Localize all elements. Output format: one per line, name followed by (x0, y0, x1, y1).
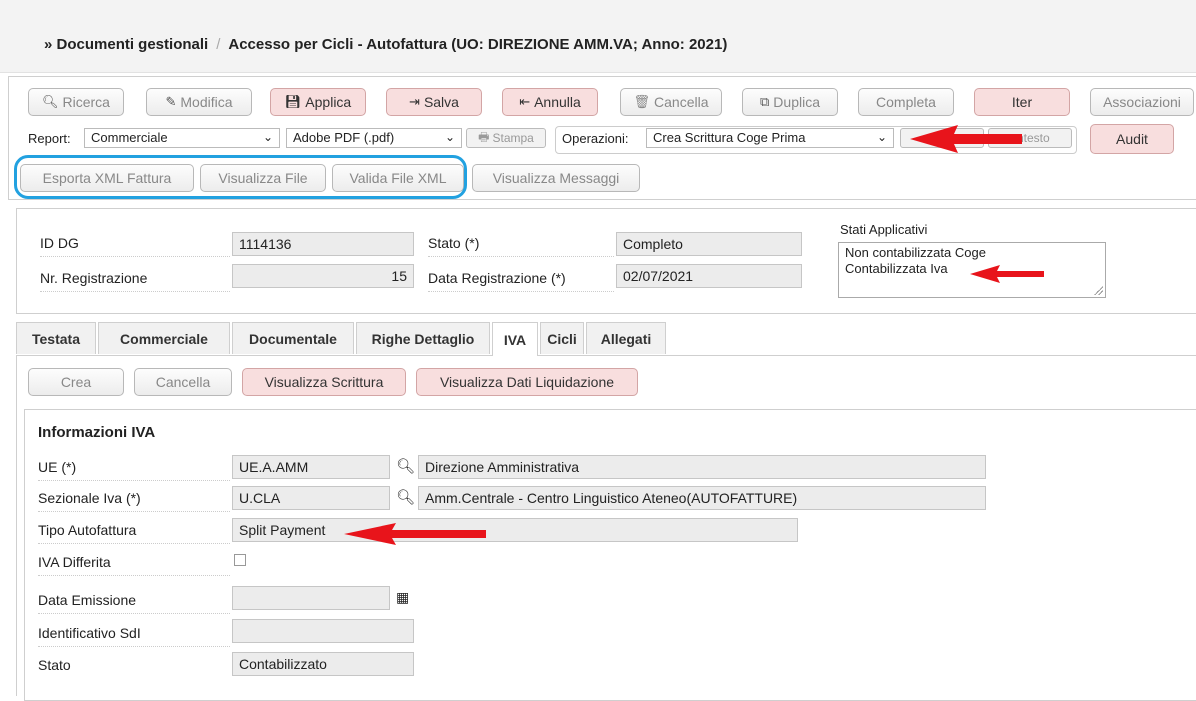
divider (38, 480, 230, 482)
salva-button[interactable]: ⇥ Salva (386, 88, 482, 116)
report-label: Report: (28, 131, 71, 146)
undo-icon: ⇤ (519, 94, 531, 109)
tab-documentale[interactable]: Documentale (232, 322, 354, 354)
tab-commerciale[interactable]: Commerciale (98, 322, 230, 354)
crea-button[interactable]: Crea (28, 368, 124, 396)
identificativo-sdi-label: Identificativo SdI (38, 625, 141, 641)
annotation-arrow (910, 125, 1022, 153)
stato-field: Completo (616, 232, 802, 256)
divider (40, 256, 230, 258)
divider (38, 575, 230, 577)
search-icon[interactable]: 🔍︎ (396, 457, 415, 475)
operazioni-select[interactable]: Crea Scrittura Coge Prima ⌄ (646, 128, 894, 148)
copy-icon: ⧉ (760, 94, 770, 109)
breadcrumb-separator: / (216, 36, 221, 53)
data-emissione-field[interactable] (232, 586, 390, 610)
sezionale-code-field[interactable]: U.CLA (232, 486, 390, 510)
calendar-icon[interactable]: ▦ (396, 589, 409, 606)
highlight-ring (14, 155, 467, 199)
applica-button[interactable]: 💾︎ Applica (270, 88, 366, 116)
audit-button[interactable]: Audit (1090, 124, 1174, 154)
modifica-button[interactable]: ✎ Modifica (146, 88, 252, 116)
pencil-icon: ✎ (165, 94, 177, 109)
annotation-arrow (970, 265, 1044, 283)
report-select[interactable]: Commerciale ⌄ (84, 128, 280, 148)
tab-testata[interactable]: Testata (16, 322, 96, 354)
divider (38, 646, 230, 648)
sezionale-iva-label: Sezionale Iva (*) (38, 490, 141, 506)
resize-handle-icon[interactable] (1093, 285, 1103, 295)
section-title: Informazioni IVA (38, 424, 156, 441)
annulla-button[interactable]: ⇤ Annulla (502, 88, 598, 116)
divider (428, 291, 614, 293)
stampa-button[interactable]: 🖶 Stampa (466, 128, 546, 148)
ue-label: UE (*) (38, 459, 77, 475)
search-icon: 🔍︎ (42, 94, 59, 109)
iva-info-section (24, 409, 1196, 701)
format-select[interactable]: Adobe PDF (.pdf) ⌄ (286, 128, 462, 148)
divider (428, 256, 614, 258)
divider (38, 543, 230, 545)
tab-cicli[interactable]: Cicli (540, 322, 584, 354)
divider (40, 291, 230, 293)
iter-button[interactable]: Iter (974, 88, 1070, 116)
nr-registrazione-label: Nr. Registrazione (40, 270, 148, 286)
data-registrazione-field: 02/07/2021 (616, 264, 802, 288)
breadcrumb-root-link[interactable]: » Documenti gestionali (44, 36, 208, 53)
tipo-autofattura-label: Tipo Autofattura (38, 522, 137, 538)
id-dg-field: 1114136 (232, 232, 414, 256)
data-emissione-label: Data Emissione (38, 592, 137, 608)
duplica-button[interactable]: ⧉ Duplica (742, 88, 838, 116)
completa-button[interactable]: Completa (858, 88, 954, 116)
visualizza-scrittura-button[interactable]: Visualizza Scrittura (242, 368, 406, 396)
breadcrumb-current: Accesso per Cicli - Autofattura (UO: DIR… (228, 36, 728, 53)
chevron-down-icon: ⌄ (444, 130, 455, 144)
cancella-button[interactable]: 🗑︎ Cancella (620, 88, 722, 116)
breadcrumb: » Documenti gestionali / Accesso per Cicli… (44, 36, 727, 53)
ue-code-field[interactable]: UE.A.AMM (232, 455, 390, 479)
iva-stato-label: Stato (38, 657, 71, 673)
tab-righe-dettaglio[interactable]: Righe Dettaglio (356, 322, 490, 354)
nr-registrazione-field: 15 (232, 264, 414, 288)
printer-icon: 🖶 (478, 129, 490, 144)
chevron-down-icon: ⌄ (262, 130, 273, 144)
visualizza-dati-liquidazione-button[interactable]: Visualizza Dati Liquidazione (416, 368, 638, 396)
tipo-autofattura-field: Split Payment (232, 518, 798, 542)
annotation-arrow (344, 523, 486, 545)
divider (38, 613, 230, 615)
save-exit-icon: ⇥ (409, 94, 420, 109)
divider (38, 511, 230, 513)
stati-applicativi-label: Stati Applicativi (840, 222, 928, 237)
trash-icon: 🗑︎ (633, 94, 651, 109)
ricerca-button[interactable]: 🔍︎ Ricerca (28, 88, 124, 116)
data-registrazione-label: Data Registrazione (*) (428, 270, 566, 286)
search-icon[interactable]: 🔍︎ (396, 488, 415, 506)
tab-allegati[interactable]: Allegati (586, 322, 666, 354)
iva-cancella-button[interactable]: Cancella (134, 368, 232, 396)
save-icon: 💾︎ (284, 94, 302, 109)
associazioni-button[interactable]: Associazioni (1090, 88, 1194, 116)
operazioni-label: Operazioni: (562, 131, 629, 146)
chevron-down-icon: ⌄ (876, 130, 887, 144)
iva-differita-checkbox[interactable] (234, 554, 246, 566)
sezionale-description-field: Amm.Centrale - Centro Linguistico Ateneo… (418, 486, 986, 510)
iva-stato-field: Contabilizzato (232, 652, 414, 676)
visualizza-messaggi-button[interactable]: Visualizza Messaggi (472, 164, 640, 192)
tab-iva[interactable]: IVA (492, 322, 538, 356)
identificativo-sdi-field (232, 619, 414, 643)
id-dg-label: ID DG (40, 235, 79, 251)
stato-label: Stato (*) (428, 235, 480, 251)
iva-differita-label: IVA Differita (38, 554, 111, 570)
ue-description-field: Direzione Amministrativa (418, 455, 986, 479)
